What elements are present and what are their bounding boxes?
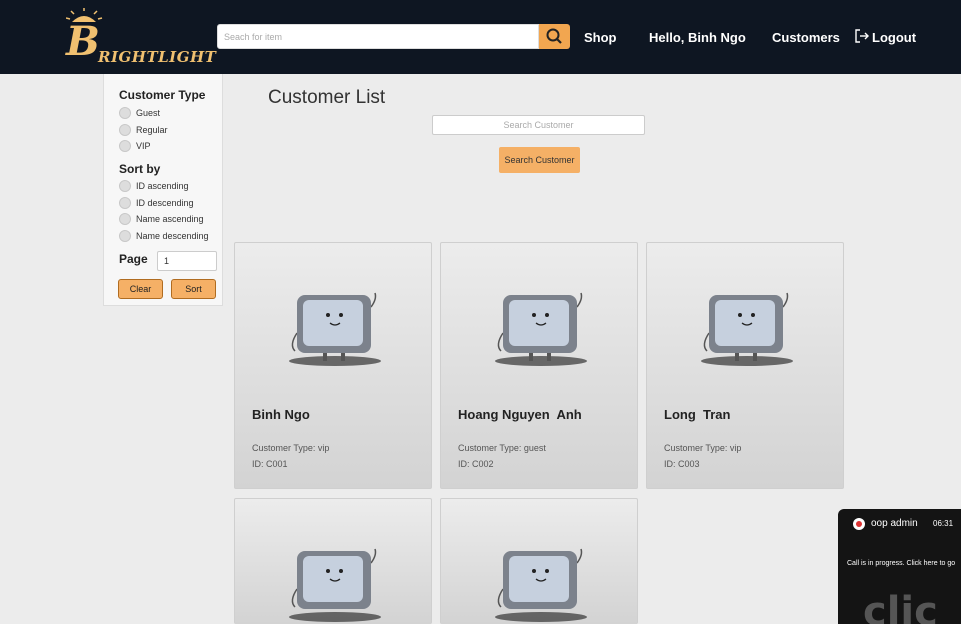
customer-name: Binh Ngo xyxy=(252,407,310,422)
radio-label: ID ascending xyxy=(136,181,189,191)
radio-vip[interactable]: VIP xyxy=(119,139,151,153)
clear-button[interactable]: Clear xyxy=(118,279,163,299)
radio-circle[interactable] xyxy=(119,213,131,225)
robot-avatar-icon xyxy=(495,292,587,366)
brightlight-logo[interactable]: B RIGHTLIGHT xyxy=(64,8,216,68)
customer-type: Customer Type: vip xyxy=(252,443,330,453)
sort-button[interactable]: Sort xyxy=(171,279,216,299)
robot-avatar-icon xyxy=(495,548,587,622)
robot-avatar-icon xyxy=(701,292,793,366)
radio-label: VIP xyxy=(136,141,151,151)
radio-circle[interactable] xyxy=(119,197,131,209)
radio-circle[interactable] xyxy=(119,140,131,152)
radio-label: ID descending xyxy=(136,198,194,208)
customer-name: Long Tran xyxy=(664,407,731,422)
filter-sidebar: Customer Type Guest Regular VIP Sort by … xyxy=(103,74,223,306)
call-in-progress-popup[interactable]: oop admin 06:31 Call is in progress. Cli… xyxy=(838,509,961,624)
radio-guest[interactable]: Guest xyxy=(119,106,160,120)
logout-icon[interactable] xyxy=(854,28,870,44)
radio-circle[interactable] xyxy=(119,180,131,192)
search-customer-button[interactable]: Search Customer xyxy=(499,147,580,173)
customer-search-input[interactable]: Search Customer xyxy=(432,115,645,135)
robot-avatar-icon xyxy=(289,292,381,366)
record-icon xyxy=(853,518,865,530)
customer-card[interactable]: Hoang Nguyen Anh Customer Type: guest ID… xyxy=(440,242,638,489)
logo-text: RIGHTLIGHT xyxy=(98,48,217,66)
radio-name-desc[interactable]: Name descending xyxy=(119,229,209,243)
nav-logout-link[interactable]: Logout xyxy=(872,30,916,45)
page-label: Page xyxy=(119,252,148,266)
item-search-input[interactable]: Seach for item xyxy=(217,24,539,49)
logo-letter: B xyxy=(66,18,100,65)
sort-by-title: Sort by xyxy=(119,162,161,176)
customer-card[interactable]: Binh Ngo Customer Type: vip ID: C001 xyxy=(234,242,432,489)
customer-id: ID: C001 xyxy=(252,459,288,469)
radio-circle[interactable] xyxy=(119,124,131,136)
search-icon xyxy=(546,28,562,44)
radio-circle[interactable] xyxy=(119,107,131,119)
robot-avatar-icon xyxy=(289,548,381,622)
radio-label: Guest xyxy=(136,108,161,118)
item-search-button[interactable] xyxy=(539,24,570,49)
nav-shop-link[interactable]: Shop xyxy=(584,30,617,45)
caller-name: oop admin xyxy=(871,518,918,529)
call-timer: 06:31 xyxy=(933,519,954,528)
customer-card[interactable] xyxy=(440,498,638,624)
page-number-input[interactable]: 1 xyxy=(157,251,217,271)
customer-card[interactable] xyxy=(234,498,432,624)
nav-greeting[interactable]: Hello, Binh Ngo xyxy=(649,30,746,45)
radio-circle[interactable] xyxy=(119,230,131,242)
page-title: Customer List xyxy=(268,87,386,108)
customer-id: ID: C003 xyxy=(664,459,700,469)
radio-label: Name ascending xyxy=(136,214,204,224)
radio-name-asc[interactable]: Name ascending xyxy=(119,212,204,226)
watermark-text: clic xyxy=(863,589,938,624)
customer-type: Customer Type: guest xyxy=(458,443,546,453)
radio-label: Regular xyxy=(136,125,168,135)
radio-regular[interactable]: Regular xyxy=(119,123,168,137)
radio-id-asc[interactable]: ID ascending xyxy=(119,179,189,193)
nav-customers-link[interactable]: Customers xyxy=(772,30,840,45)
radio-label: Name descending xyxy=(136,231,209,241)
top-navbar: B RIGHTLIGHT Seach for item Shop Hello, … xyxy=(0,0,961,74)
customer-card[interactable]: Long Tran Customer Type: vip ID: C003 xyxy=(646,242,844,489)
customer-name: Hoang Nguyen Anh xyxy=(458,407,582,422)
call-message[interactable]: Call is in progress. Click here to go xyxy=(847,560,955,567)
customer-type-title: Customer Type xyxy=(119,88,206,102)
customer-id: ID: C002 xyxy=(458,459,494,469)
radio-id-desc[interactable]: ID descending xyxy=(119,196,194,210)
customer-type: Customer Type: vip xyxy=(664,443,742,453)
